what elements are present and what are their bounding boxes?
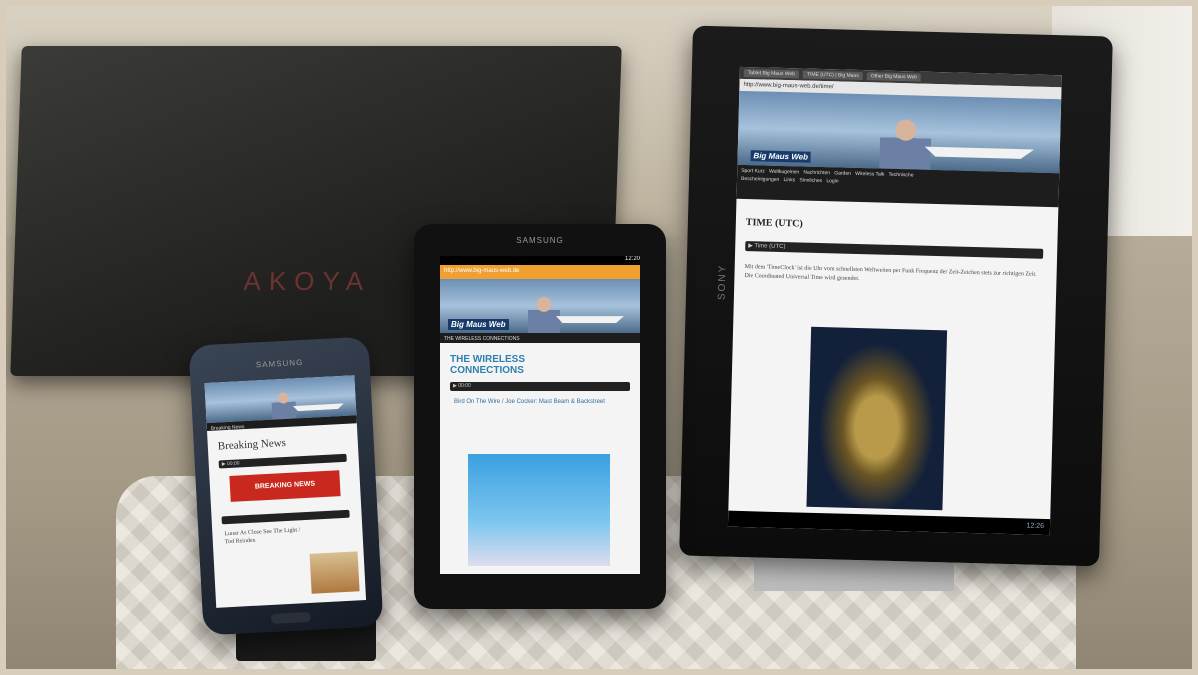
nav-item[interactable]: Technische [888,172,913,179]
tablet-brand: SAMSUNG [516,236,564,245]
audio-player[interactable]: ▶ 00:00 [450,382,630,391]
address-bar[interactable]: http://www.big-maus-web.de [440,265,640,279]
small-tablet: SAMSUNG 12:20 http://www.big-maus-web.de… [414,224,666,609]
tablet-brand: SONY [716,263,729,301]
site-nav[interactable]: THE WIRELESS CONNECTIONS [440,333,640,343]
browser-tab[interactable]: Other Big Maus Web [866,72,922,82]
site-logo: Big Maus Web [448,318,509,330]
banner-person [271,390,297,420]
nav-item[interactable]: Nachrichten [803,170,830,177]
nav-item[interactable]: Bescheinigungen [741,176,780,183]
large-tablet: SONY Tablet Big Maus Web TIME (UTC) | Bi… [679,25,1113,567]
news-ad-banner[interactable]: BREAKING NEWS [229,470,341,502]
audio-player[interactable]: ▶ 00:00 [218,453,347,469]
nav-item[interactable]: Sport Kurz [741,168,765,175]
banner-boat [556,316,624,324]
banner-boat [924,140,1034,159]
audio-player-2[interactable] [221,509,350,525]
page-title: Breaking News [217,436,287,453]
page-title: TIME (UTC) [745,217,803,230]
clock-image [806,326,948,511]
article-title[interactable]: Lunar As Close See The Light / Tod Reind… [224,526,305,546]
nav-item[interactable]: Sinnliches [799,177,822,184]
banner-person [528,295,560,333]
banner-person [879,116,932,170]
smartphone: SAMSUNG Breaking News Breaking News ▶ 00… [188,336,384,636]
nav-item[interactable]: Links [783,177,795,183]
nav-item[interactable]: Login [826,178,838,184]
photo-frame: AKOYA SONY Tablet Big Maus Web TIME (UTC… [0,0,1198,675]
page-title: THE WIRELESS CONNECTIONS [450,354,526,376]
phone-screen[interactable]: Breaking News Breaking News ▶ 00:00 BREA… [204,375,367,608]
site-banner: Big Maus Web [737,90,1062,174]
home-button[interactable] [270,611,312,624]
browser-tab[interactable]: Tablet Big Maus Web [743,68,800,79]
laptop-brand: AKOYA [243,266,372,296]
banner-boat [293,400,344,411]
audio-player[interactable]: ▶ Time (UTC) [745,241,1044,259]
system-bar: 12:26 [727,510,1051,536]
nav-item[interactable]: Garden [834,170,851,176]
site-logo: Big Maus Web [750,149,812,163]
status-bar: 12:20 [440,256,640,265]
site-banner: Big Maus Web [440,279,640,333]
phone-brand: SAMSUNG [255,357,304,370]
nav-item[interactable]: Weltkugelnen [769,169,799,176]
site-nav: Sport Kurz Weltkugelnen Nachrichten Gard… [736,164,1060,208]
large-tablet-screen[interactable]: Tablet Big Maus Web TIME (UTC) | Big Mau… [727,66,1062,536]
tower-image [468,454,610,566]
article-subhead[interactable]: Bird On The Wire / Joe Cocker: Mast Beam… [454,398,614,406]
article-thumbnail [309,551,360,594]
browser-tab[interactable]: TIME (UTC) | Big Maus [802,70,863,81]
nav-item[interactable]: Wireless Talk [855,171,885,178]
small-tablet-screen[interactable]: 12:20 http://www.big-maus-web.de Big Mau… [440,256,640,574]
article-body: Mit dem 'TimeClock' ist die Uhr vom schn… [744,264,1037,283]
